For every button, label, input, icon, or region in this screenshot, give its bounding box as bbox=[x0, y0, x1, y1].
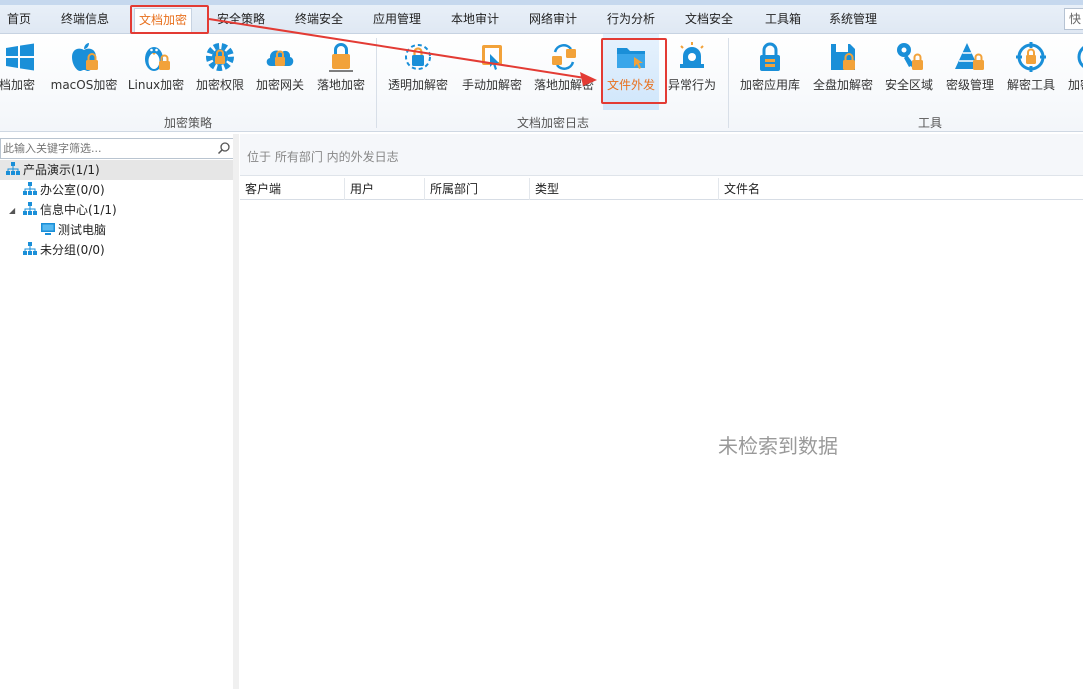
ribbon-more-label: 加密 bbox=[1068, 78, 1083, 92]
org-icon bbox=[23, 202, 37, 215]
tab-home[interactable]: 首页 bbox=[0, 8, 38, 32]
ribbon-group-tools: 工具 bbox=[917, 116, 942, 130]
ribbon-transparent-crypt-label: 透明加解密 bbox=[387, 78, 448, 92]
tab-document-security[interactable]: 文档安全 bbox=[676, 8, 742, 32]
org-icon bbox=[23, 182, 37, 195]
column-header-department[interactable]: 所属部门 bbox=[425, 178, 530, 200]
search-icon[interactable] bbox=[217, 141, 231, 155]
tree-node-info-center[interactable]: 信息中心(1/1) bbox=[22, 200, 117, 220]
ribbon-full-disk-crypt-button[interactable]: 全盘加解密 bbox=[812, 34, 874, 110]
cloud-lock-icon bbox=[266, 50, 294, 66]
ribbon-manual-crypt-button[interactable]: 手动加解密 bbox=[460, 34, 524, 110]
location-bar: 位于 所有部门 内的外发日志 bbox=[240, 134, 1083, 176]
quick-search-input[interactable]: 快 bbox=[1064, 8, 1083, 30]
linux-icon bbox=[145, 47, 170, 71]
tab-highlight-box bbox=[130, 5, 209, 34]
pyramid-lock-icon bbox=[955, 43, 984, 70]
ribbon-secure-area-button[interactable]: 安全区域 bbox=[884, 34, 934, 110]
tree-node-label: 办公室(0/0) bbox=[40, 183, 105, 197]
location-text: 位于 所有部门 内的外发日志 bbox=[247, 150, 399, 164]
ribbon-full-disk-crypt-label: 全盘加解密 bbox=[812, 78, 873, 92]
org-icon bbox=[23, 242, 37, 255]
ribbon-encrypt-gateway-button[interactable]: 加密网关 bbox=[254, 34, 306, 110]
department-tree-panel: 产品演示(1/1) 办公室(0/0) ◢ 信息中心(1/1) 测试电脑 bbox=[0, 134, 236, 689]
ribbon-encrypt-app-lib-button[interactable]: 加密应用库 bbox=[738, 34, 802, 110]
ribbon-manual-crypt-label: 手动加解密 bbox=[461, 78, 522, 92]
ribbon-linux-encrypt-button[interactable]: Linux加密 bbox=[128, 34, 184, 110]
tab-system-management[interactable]: 系统管理 bbox=[820, 8, 886, 32]
manual-crypt-icon bbox=[482, 45, 502, 70]
tree-node-ungrouped[interactable]: 未分组(0/0) bbox=[22, 240, 105, 260]
computer-icon bbox=[41, 223, 55, 235]
transparent-crypt-icon bbox=[405, 44, 431, 70]
tree-filter-input[interactable] bbox=[1, 139, 215, 158]
tree-node-label: 测试电脑 bbox=[58, 223, 107, 237]
tree-filter-box bbox=[0, 138, 234, 159]
tree-node-label: 产品演示(1/1) bbox=[23, 163, 100, 177]
ribbon-group-encrypt-policy: 加密策略 bbox=[163, 116, 212, 130]
app-window: 首页 终端信息 文档加密 安全策略 终端安全 应用管理 本地审计 网络审计 行为… bbox=[0, 0, 1083, 689]
tab-terminal-security[interactable]: 终端安全 bbox=[286, 8, 352, 32]
column-header-client[interactable]: 客户端 bbox=[240, 178, 345, 200]
landing-crypt-icon bbox=[552, 44, 576, 70]
ribbon-landing-crypt-button[interactable]: 落地加解密 bbox=[534, 34, 594, 110]
ribbon-landing-encrypt-label: 落地加密 bbox=[316, 78, 365, 92]
ribbon-transparent-crypt-button[interactable]: 透明加解密 bbox=[386, 34, 450, 110]
splitter[interactable] bbox=[233, 134, 239, 689]
app-lock-icon bbox=[760, 42, 780, 71]
tab-app-management[interactable]: 应用管理 bbox=[364, 8, 430, 32]
tab-security-policy[interactable]: 安全策略 bbox=[208, 8, 274, 32]
ribbon-more-button[interactable]: 加密 bbox=[1064, 34, 1083, 110]
ribbon-macos-encrypt-label: macOS加密 bbox=[50, 78, 118, 92]
tree-node-label: 信息中心(1/1) bbox=[40, 203, 117, 217]
gear-lock-icon bbox=[206, 43, 234, 71]
ribbon-encrypt-app-lib-label: 加密应用库 bbox=[739, 78, 800, 92]
ribbon-abnormal-behavior-button[interactable]: 异常行为 bbox=[666, 34, 718, 110]
ribbon-secret-level-button[interactable]: 密级管理 bbox=[944, 34, 996, 110]
windows-icon bbox=[6, 43, 34, 71]
disk-lock-icon bbox=[831, 44, 855, 70]
lock-icon bbox=[329, 43, 353, 72]
column-header-filename[interactable]: 文件名 bbox=[719, 178, 1083, 200]
log-content-panel: 位于 所有部门 内的外发日志 客户端 用户 所属部门 类型 文件名 未检索到数据 bbox=[240, 134, 1083, 689]
tree-node-office[interactable]: 办公室(0/0) bbox=[22, 180, 105, 200]
org-icon bbox=[6, 162, 20, 175]
tree-node-test-computer[interactable]: 测试电脑 bbox=[40, 220, 106, 240]
tab-toolbox[interactable]: 工具箱 bbox=[756, 8, 810, 32]
ribbon-doc-encrypt-button[interactable]: 文档加密 bbox=[0, 34, 40, 110]
tab-local-audit[interactable]: 本地审计 bbox=[442, 8, 508, 32]
ribbon-toolbar: 文档加密 macOS加密 Linux加密 bbox=[0, 34, 1083, 132]
ribbon-landing-crypt-label: 落地加解密 bbox=[533, 78, 594, 92]
ribbon-doc-encrypt-label: 文档加密 bbox=[0, 78, 35, 92]
tab-behavior-analysis[interactable]: 行为分析 bbox=[598, 8, 664, 32]
decrypt-tool-icon bbox=[1016, 42, 1046, 72]
empty-state-text: 未检索到数据 bbox=[718, 434, 838, 458]
alarm-icon bbox=[680, 42, 704, 68]
ribbon-highlight-box bbox=[601, 38, 667, 104]
tab-network-audit[interactable]: 网络审计 bbox=[520, 8, 586, 32]
ribbon-encrypt-permission-button[interactable]: 加密权限 bbox=[194, 34, 246, 110]
more-icon bbox=[1077, 46, 1083, 68]
tab-terminal-info[interactable]: 终端信息 bbox=[50, 8, 120, 32]
ribbon-group-encrypt-log: 文档加密日志 bbox=[516, 116, 589, 130]
ribbon-macos-encrypt-button[interactable]: macOS加密 bbox=[51, 34, 117, 110]
apple-icon bbox=[72, 43, 98, 71]
tree-expander-icon[interactable]: ◢ bbox=[9, 206, 15, 215]
ribbon-decrypt-tool-button[interactable]: 解密工具 bbox=[1004, 34, 1058, 110]
ribbon-linux-encrypt-label: Linux加密 bbox=[127, 78, 185, 92]
column-header-user[interactable]: 用户 bbox=[345, 178, 425, 200]
tree-node-label: 未分组(0/0) bbox=[40, 243, 105, 257]
ribbon-landing-encrypt-button[interactable]: 落地加密 bbox=[314, 34, 368, 110]
key-lock-icon bbox=[897, 43, 923, 70]
column-header-type[interactable]: 类型 bbox=[530, 178, 719, 200]
tree-node-product-demo[interactable]: 产品演示(1/1) bbox=[0, 160, 234, 180]
ribbon-decrypt-tool-label: 解密工具 bbox=[1006, 78, 1055, 92]
table-header: 客户端 用户 所属部门 类型 文件名 bbox=[240, 178, 1083, 200]
